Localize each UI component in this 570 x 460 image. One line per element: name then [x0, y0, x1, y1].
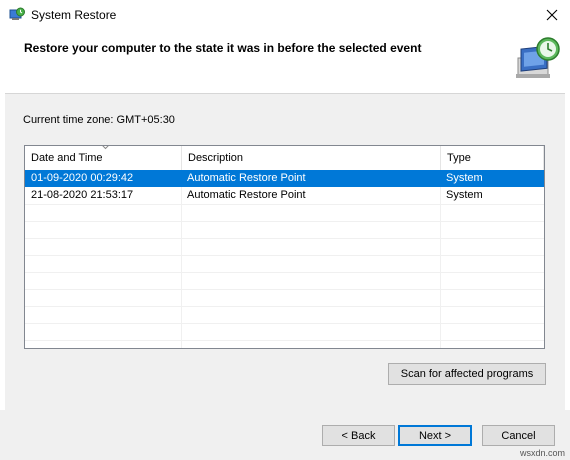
cell-description: Automatic Restore Point: [187, 189, 306, 201]
title-bar: System Restore: [0, 0, 570, 30]
grid-line: [25, 340, 544, 341]
column-label-description: Description: [188, 152, 244, 164]
cell-type: System: [446, 189, 483, 201]
wizard-footer: < Back Next > Cancel wsxdn.com: [0, 410, 570, 460]
restore-computer-icon: [516, 37, 560, 78]
wizard-header: Restore your computer to the state it wa…: [0, 30, 570, 93]
watermark-text: wsxdn.com: [520, 448, 566, 458]
content-panel: Current time zone: GMT+05:30 Date and Ti…: [5, 93, 565, 410]
cancel-button[interactable]: Cancel: [482, 425, 555, 446]
sort-descending-icon: [102, 146, 109, 150]
header-instruction: Restore your computer to the state it wa…: [24, 41, 422, 55]
cell-date: 01-09-2020 00:29:42: [31, 172, 134, 184]
grid-line: [25, 272, 544, 273]
grid-line: [25, 204, 544, 205]
column-label-date: Date and Time: [31, 152, 103, 164]
column-header-description[interactable]: Description: [182, 146, 441, 170]
scan-affected-programs-button[interactable]: Scan for affected programs: [388, 363, 546, 385]
system-restore-icon: [9, 7, 25, 20]
next-button[interactable]: Next >: [398, 425, 472, 446]
cell-description: Automatic Restore Point: [187, 172, 306, 184]
column-header-type[interactable]: Type: [441, 146, 544, 170]
grid-line: [25, 306, 544, 307]
close-button[interactable]: [534, 0, 570, 30]
column-label-type: Type: [447, 152, 471, 164]
grid-line: [25, 323, 544, 324]
grid-line: [25, 221, 544, 222]
timezone-label: Current time zone: GMT+05:30: [23, 114, 175, 126]
back-button[interactable]: < Back: [322, 425, 395, 446]
column-header-date[interactable]: Date and Time: [25, 146, 182, 170]
window-title: System Restore: [31, 8, 117, 22]
table-row[interactable]: 21-08-2020 21:53:17 Automatic Restore Po…: [25, 187, 544, 204]
grid-line: [25, 289, 544, 290]
list-header: Date and Time Description Type: [25, 146, 544, 170]
grid-line: [25, 238, 544, 239]
restore-points-list[interactable]: Date and Time Description Type 01-09-202…: [24, 145, 545, 349]
cell-type: System: [446, 172, 483, 184]
grid-line: [25, 255, 544, 256]
close-icon: [546, 9, 558, 21]
table-row[interactable]: 01-09-2020 00:29:42 Automatic Restore Po…: [25, 170, 544, 187]
cell-date: 21-08-2020 21:53:17: [31, 189, 134, 201]
